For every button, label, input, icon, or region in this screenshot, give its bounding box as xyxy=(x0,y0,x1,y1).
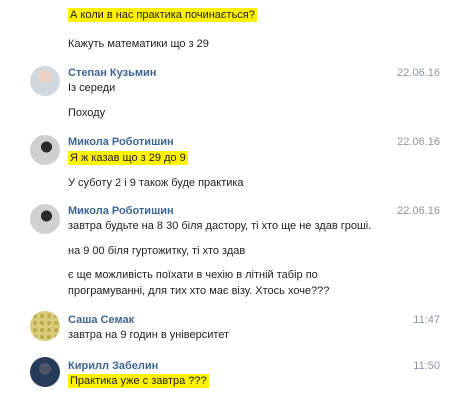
message-text: завтра на 9 годин в університет xyxy=(68,329,230,341)
highlighted-text: Я ж казав що з 29 до 9 xyxy=(68,151,188,165)
avatar[interactable] xyxy=(30,135,60,165)
avatar-pattern-icon xyxy=(33,314,58,339)
author-name[interactable]: Микола Роботишин xyxy=(68,135,174,149)
message-text: Походу xyxy=(68,107,106,119)
avatar[interactable] xyxy=(30,204,60,234)
avatar[interactable] xyxy=(30,311,60,341)
message-text: Я ж казав що з 29 до 9 xyxy=(68,151,188,165)
message-date: 11:50 xyxy=(413,360,440,372)
author-name[interactable]: Кирилл Забелин xyxy=(68,359,158,373)
message-text: Кажуть математики що з 29 xyxy=(68,38,209,50)
avatar[interactable] xyxy=(30,66,60,96)
message-date: 22.06.16 xyxy=(397,136,440,148)
highlighted-text: Практика уже с завтра ??? xyxy=(68,374,209,388)
message-text: Практика уже с завтра ??? xyxy=(68,374,209,388)
message-text: А коли в нас практика починається? xyxy=(68,8,257,22)
message-text: завтра будьте на 8 30 біля дастору, ті х… xyxy=(68,220,372,232)
message-text: У суботу 2 і 9 також буде практика xyxy=(68,177,244,189)
author-name[interactable]: Микола Роботишин xyxy=(68,204,174,218)
message-text: є ще можливість поїхати в чехію в літній… xyxy=(68,269,318,281)
message-text: програмуванні, для тих хто має візу. Хто… xyxy=(68,285,330,297)
avatar[interactable] xyxy=(30,357,60,387)
author-name[interactable]: Саша Семак xyxy=(68,313,134,327)
highlighted-text: А коли в нас практика починається? xyxy=(68,8,257,22)
author-name[interactable]: Степан Кузьмин xyxy=(68,66,156,80)
message-date: 11:47 xyxy=(413,314,440,326)
message-text: Із середи xyxy=(68,82,116,94)
message-date: 22.06.16 xyxy=(397,205,440,217)
message-date: 22.06.16 xyxy=(397,67,440,79)
message-text: на 9 00 біля гуртожитку, ті хто здав xyxy=(68,245,246,257)
